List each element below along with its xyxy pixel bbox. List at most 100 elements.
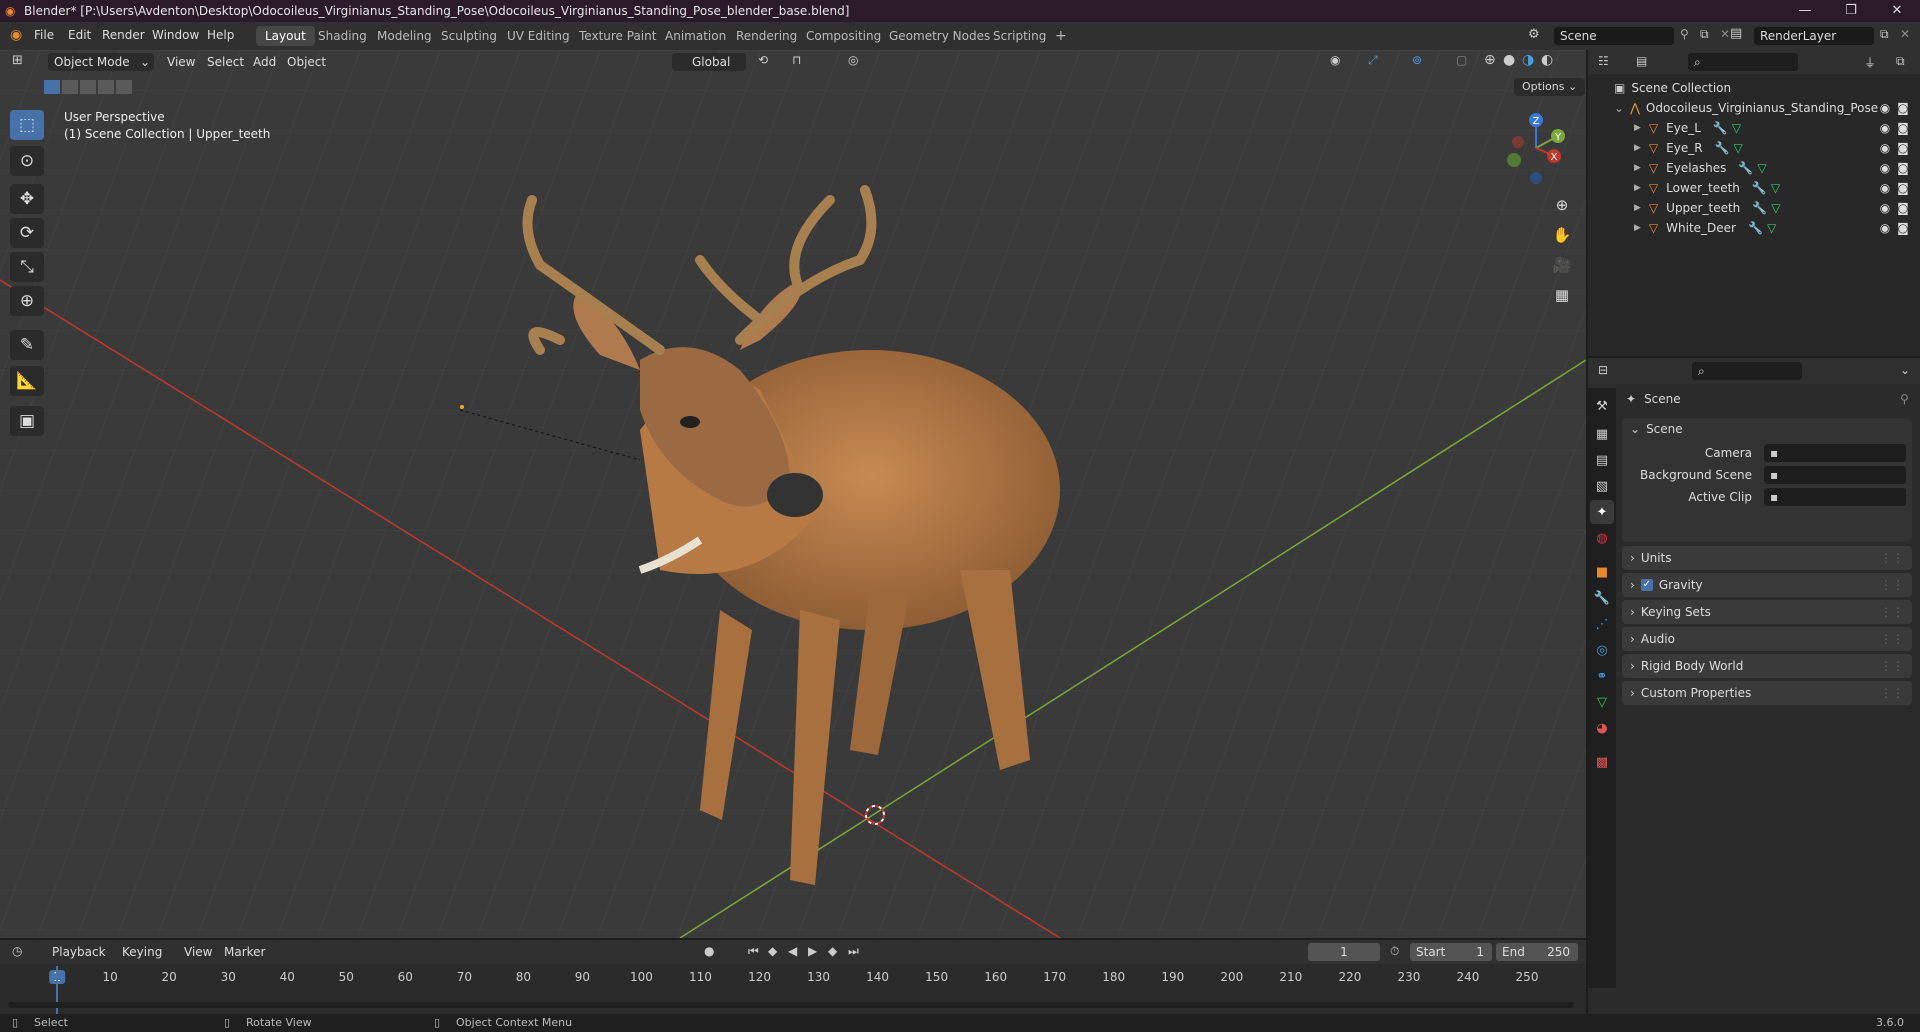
outliner-item[interactable]: ▶ ▽ Eyelashes 🔧 ▽ ◉ ◙ [1588,158,1920,178]
expand-arrow-icon[interactable]: ▶ [1634,163,1641,173]
tool-tab-icon[interactable]: ⚒ [1590,394,1614,418]
viewport-menu-view[interactable]: View [167,53,195,71]
drag-handle-icon[interactable]: ⋮⋮ [1880,686,1904,700]
pin-icon[interactable]: ⚲ [1900,392,1909,406]
data-tab-icon[interactable]: ▽ [1590,690,1614,714]
overlay-toggle-icon[interactable]: ⊚ [1412,53,1422,67]
close-button[interactable]: ✕ [1874,0,1920,22]
drag-handle-icon[interactable]: ⋮⋮ [1880,551,1904,565]
renderlayer-icon[interactable]: ▤ [1730,26,1742,41]
annotate-tool[interactable]: ✎ [10,330,44,360]
measure-tool[interactable]: 📐 [10,366,44,396]
property-field[interactable]: ▪ [1764,488,1906,506]
particles-tab-icon[interactable]: ⋰ [1590,612,1614,636]
properties-search-input[interactable]: ⌕ [1692,362,1802,380]
properties-editor-icon[interactable]: ⊟ [1598,363,1608,377]
maximize-button[interactable]: ❐ [1828,0,1874,22]
snap-icon[interactable]: ⊓ [792,53,801,67]
panel-audio[interactable]: › Audio ⋮⋮ [1622,627,1912,651]
tab-rendering[interactable]: Rendering [727,26,806,46]
drag-handle-icon[interactable]: ⋮⋮ [1880,578,1904,592]
tab-texture-paint[interactable]: Texture Paint [570,26,665,46]
property-field[interactable]: ▪ [1764,466,1906,484]
select-extend-icon[interactable] [62,80,78,94]
select-subtract-icon[interactable] [80,80,96,94]
menu-window[interactable]: Window [152,28,199,42]
solid-shading-icon[interactable]: ● [1503,52,1515,68]
tab-shading[interactable]: Shading [309,26,376,46]
panel-rigid-body-world[interactable]: › Rigid Body World ⋮⋮ [1622,654,1912,678]
drag-handle-icon[interactable]: ⋮⋮ [1880,659,1904,673]
camera-icon[interactable]: ◙ [1896,181,1910,195]
mesh-data-icon[interactable]: ▽ [1771,181,1780,195]
properties-options-icon[interactable]: ⌄ [1900,363,1910,377]
viewport-menu-select[interactable]: Select [207,53,244,71]
minimize-button[interactable]: — [1782,0,1828,22]
tab-uv-editing[interactable]: UV Editing [498,26,579,46]
mesh-data-icon[interactable]: ▽ [1757,161,1766,175]
3d-viewport[interactable]: ⊞ Object Mode ⌄ View Select Add Object Gl… [0,50,1586,938]
viewport-menu-add[interactable]: Add [253,53,276,71]
scene-pin-icon[interactable]: ⚲ [1680,27,1689,41]
new-collection-icon[interactable]: ⧉ [1896,54,1905,69]
scene-selector[interactable]: Scene [1554,27,1674,45]
outliner-search-input[interactable]: ⌕ [1688,53,1798,71]
select-box-tool[interactable]: ⬚ [10,110,44,140]
expand-arrow-icon[interactable]: ⌄ [1614,101,1624,115]
drag-handle-icon[interactable]: ⋮⋮ [1880,605,1904,619]
modifier-icon[interactable]: 🔧 [1752,201,1767,215]
eye-icon[interactable]: ◉ [1878,121,1892,135]
panel-keying-sets[interactable]: › Keying Sets ⋮⋮ [1622,600,1912,624]
gizmo-toggle-icon[interactable]: ⤢ [1368,53,1378,68]
menu-file[interactable]: File [34,28,54,42]
select-intersect-icon[interactable] [116,80,132,94]
panel-units[interactable]: › Units ⋮⋮ [1622,546,1912,570]
gravity-checkbox[interactable]: ✓ [1640,579,1653,591]
cursor-tool[interactable]: ⊙ [10,146,44,176]
expand-arrow-icon[interactable]: ▶ [1634,143,1641,153]
outliner-collection-row[interactable]: ⌄ ⋀ Odocoileus_Virginianus_Standing_Pose… [1588,98,1920,118]
outliner-item[interactable]: ▶ ▽ Eye_L 🔧 ▽ ◉ ◙ [1588,118,1920,138]
filter-icon[interactable]: ⏚ [1864,54,1876,71]
editor-type-icon[interactable]: ⊞ [12,53,23,68]
outliner-item[interactable]: ▶ ▽ Eye_R 🔧 ▽ ◉ ◙ [1588,138,1920,158]
timeline-scrollbar[interactable] [8,1002,1574,1008]
menu-edit[interactable]: Edit [68,28,91,42]
navigation-gizmo[interactable]: Z Y X [1496,108,1576,188]
render-tab-icon[interactable]: ▦ [1590,422,1614,446]
mesh-data-icon[interactable]: ▽ [1734,141,1743,155]
orientation-dropdown[interactable]: Global [672,53,746,71]
modifier-tab-icon[interactable]: 🔧 [1590,586,1614,610]
tab-compositing[interactable]: Compositing [797,26,890,46]
xray-icon[interactable]: ▢ [1456,53,1467,67]
camera-icon[interactable]: ◙ [1896,221,1910,235]
outliner-editor-icon[interactable]: ☷ [1598,54,1609,68]
mesh-data-icon[interactable]: ▽ [1732,121,1741,135]
camera-view-icon[interactable]: 🎥 [1548,252,1576,278]
material-shading-icon[interactable]: ◑ [1522,52,1534,68]
wireframe-shading-icon[interactable]: ⊕ [1484,52,1496,68]
tab-layout[interactable]: Layout [256,26,315,46]
transform-tool[interactable]: ⊕ [10,286,44,316]
eye-icon[interactable]: ◉ [1878,221,1892,235]
camera-icon[interactable]: ◙ [1896,161,1910,175]
viewport-menu-object[interactable]: Object [287,53,326,71]
expand-arrow-icon[interactable]: ▶ [1634,203,1641,213]
modifier-icon[interactable]: 🔧 [1748,221,1763,235]
display-mode-icon[interactable]: ▤ [1636,54,1647,68]
delete-scene-icon[interactable]: ✕ [1720,27,1730,41]
eye-icon[interactable]: ◉ [1878,101,1892,115]
blender-menu-icon[interactable]: ◉ [10,27,22,43]
scene-icon[interactable]: ⚙ [1528,27,1540,42]
delete-renderlayer-icon[interactable]: ✕ [1900,27,1910,41]
modifier-icon[interactable]: 🔧 [1715,141,1730,155]
camera-icon[interactable]: ◙ [1896,141,1910,155]
modifier-icon[interactable]: 🔧 [1752,181,1767,195]
outliner-root-row[interactable]: ▣ Scene Collection [1588,78,1920,98]
camera-icon[interactable]: ◙ [1896,201,1910,215]
eye-icon[interactable]: ◉ [1878,141,1892,155]
new-renderlayer-icon[interactable]: ⧉ [1880,27,1889,42]
add-workspace-button[interactable]: + [1046,26,1076,46]
expand-arrow-icon[interactable]: ▶ [1634,223,1641,233]
eye-icon[interactable]: ◉ [1878,201,1892,215]
